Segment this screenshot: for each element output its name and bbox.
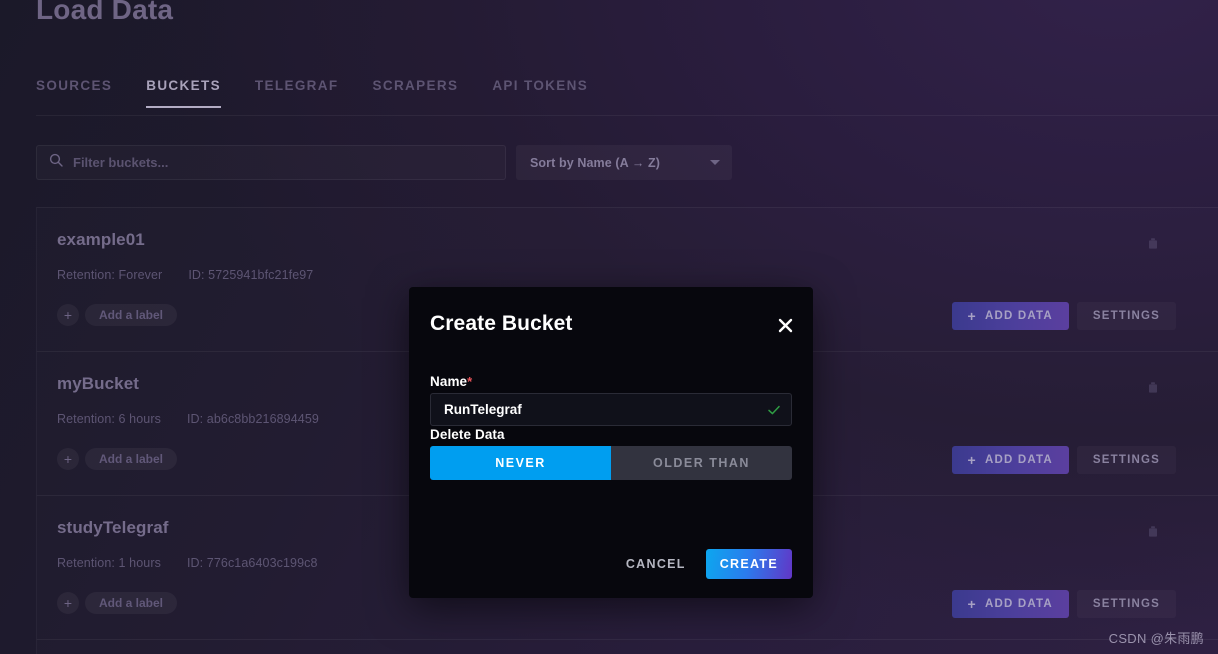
plus-icon: + [967,452,977,468]
bucket-card-partial[interactable] [36,639,1218,654]
name-field-label: Name* [430,374,472,389]
add-label-button[interactable]: Add a label [85,592,178,614]
add-label-button[interactable]: Add a label [85,304,178,326]
filter-toolbar: Sort by Name (A → Z) [36,145,732,180]
bucket-name[interactable]: studyTelegraf [57,518,169,538]
bucket-retention: Retention: 1 hours [57,556,161,570]
settings-button[interactable]: SETTINGS [1077,590,1176,618]
add-data-button[interactable]: + ADD DATA [951,446,1069,474]
bucket-name[interactable]: myBucket [57,374,139,394]
bucket-card-actions: + ADD DATA SETTINGS [951,446,1176,474]
settings-button[interactable]: SETTINGS [1077,302,1176,330]
sort-dropdown-label: Sort by Name (A → Z) [530,155,661,170]
delete-data-label: Delete Data [430,427,505,442]
bucket-id: ID: ab6c8bb216894459 [186,412,319,426]
tab-buckets[interactable]: BUCKETS [146,78,221,108]
checkmark-icon [767,403,781,417]
bucket-name[interactable]: example01 [57,230,145,250]
tab-api-tokens[interactable]: API TOKENS [492,78,588,108]
modal-footer: CANCEL CREATE [616,549,792,579]
bucket-meta: Retention: 6 hours ID: ab6c8bb216894459 [57,412,319,426]
cancel-button[interactable]: CANCEL [616,549,696,579]
trash-icon[interactable] [1144,522,1162,540]
add-label-plus-icon[interactable]: + [57,304,79,326]
create-bucket-modal: Create Bucket Name* Delete Data NEVER OL… [409,287,813,598]
create-button[interactable]: CREATE [705,549,792,579]
plus-icon: + [967,596,977,612]
add-data-label: ADD DATA [984,310,1053,322]
bucket-labels: + Add a label [57,304,178,326]
modal-title: Create Bucket [430,312,573,335]
bucket-id: ID: 776c1a6403c199c8 [186,556,318,570]
bucket-retention: Retention: 6 hours [57,412,161,426]
add-label-plus-icon[interactable]: + [57,592,79,614]
add-data-button[interactable]: + ADD DATA [951,302,1069,330]
search-input[interactable] [73,155,493,170]
bucket-meta: Retention: Forever ID: 5725941bfc21fe97 [57,268,313,282]
search-icon [49,153,63,172]
add-data-button[interactable]: + ADD DATA [951,590,1069,618]
bucket-labels: + Add a label [57,592,178,614]
add-data-label: ADD DATA [984,454,1053,466]
bucket-labels: + Add a label [57,448,178,470]
tab-telegraf[interactable]: TELEGRAF [255,78,339,108]
bucket-id: ID: 5725941bfc21fe97 [188,268,314,282]
toggle-never[interactable]: NEVER [430,446,611,480]
tab-scrapers[interactable]: SCRAPERS [372,78,458,108]
close-icon[interactable] [775,315,795,335]
bucket-meta: Retention: 1 hours ID: 776c1a6403c199c8 [57,556,318,570]
bucket-card-actions: + ADD DATA SETTINGS [951,302,1176,330]
bucket-name-input-wrapper[interactable] [430,393,792,426]
add-label-plus-icon[interactable]: + [57,448,79,470]
tab-divider [36,115,1218,116]
delete-data-toggle-group: NEVER OLDER THAN [430,446,792,480]
watermark: CSDN @朱雨鹏 [1108,631,1204,646]
sort-dropdown[interactable]: Sort by Name (A → Z) [516,145,732,180]
toggle-older-than[interactable]: OLDER THAN [611,446,792,480]
page-title: Load Data [36,0,174,25]
search-box[interactable] [36,145,506,180]
bucket-card-actions: + ADD DATA SETTINGS [951,590,1176,618]
name-label-text: Name [430,374,468,389]
plus-icon: + [967,308,977,324]
trash-icon[interactable] [1144,378,1162,396]
add-label-button[interactable]: Add a label [85,448,178,470]
bucket-name-input[interactable] [444,402,767,417]
trash-icon[interactable] [1144,234,1162,252]
bucket-retention: Retention: Forever [57,268,163,282]
tab-sources[interactable]: SOURCES [36,78,112,108]
load-data-page: Load Data SOURCES BUCKETS TELEGRAF SCRAP… [0,0,1218,654]
settings-button[interactable]: SETTINGS [1077,446,1176,474]
required-asterisk: * [467,374,473,389]
chevron-down-icon [710,160,720,165]
add-data-label: ADD DATA [984,598,1053,610]
tab-bar: SOURCES BUCKETS TELEGRAF SCRAPERS API TO… [36,78,588,108]
